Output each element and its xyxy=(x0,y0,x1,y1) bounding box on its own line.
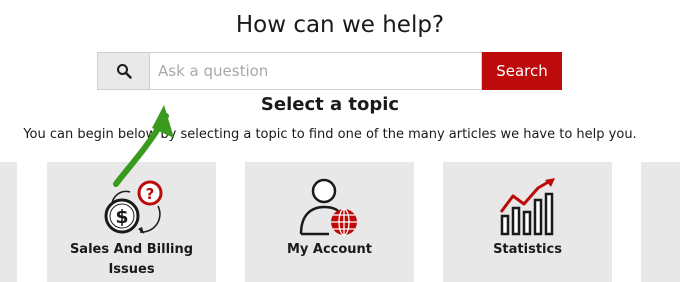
page-title: How can we help? xyxy=(235,12,445,38)
topic-card-my-account[interactable]: My Account xyxy=(245,162,414,282)
search-bar: Search xyxy=(97,52,562,90)
topics-heading: Select a topic xyxy=(260,94,400,115)
search-icon xyxy=(97,52,149,90)
topic-card-partial-left[interactable] xyxy=(0,162,17,282)
topics-intro: You can begin below by selecting a topic… xyxy=(23,127,637,142)
green-pointer-arrow-icon xyxy=(113,105,174,187)
topic-label-sales-billing: Sales And Billing Issues xyxy=(69,242,194,277)
svg-text:$: $ xyxy=(115,206,128,228)
topic-card-statistics[interactable]: Statistics xyxy=(443,162,612,282)
topic-label-statistics: Statistics xyxy=(493,242,562,257)
user-globe-icon xyxy=(295,176,365,238)
search-input[interactable] xyxy=(149,52,482,90)
topic-label-my-account: My Account xyxy=(286,242,373,257)
topic-card-partial-right[interactable] xyxy=(641,162,680,282)
search-button[interactable]: Search xyxy=(482,52,562,90)
bar-chart-icon xyxy=(493,176,563,238)
